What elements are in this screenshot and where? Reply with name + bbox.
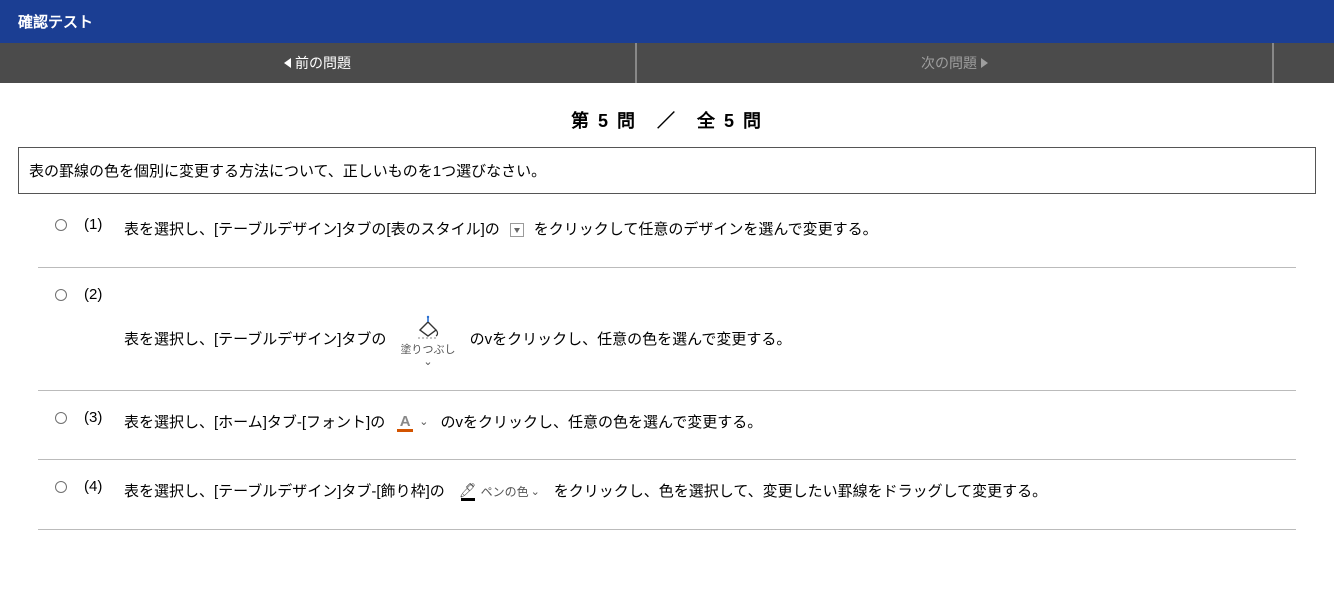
answer-number: (2) (84, 286, 124, 303)
nav-spacer (1274, 43, 1334, 83)
bucket-icon (414, 314, 442, 342)
question-text: 表の罫線の色を個別に変更する方法について、正しいものを1つ選びなさい。 (29, 163, 546, 180)
prev-label: 前の問題 (295, 53, 351, 73)
answer-row[interactable]: (4) 表を選択し、[テーブルデザイン]タブ-[飾り枠]の 🖊 ペンの色 ⌄ を… (38, 460, 1296, 530)
chevron-down-icon: ⌄ (423, 356, 432, 368)
answer-list: (1) 表を選択し、[テーブルデザイン]タブの[表のスタイル]の をクリックして… (38, 210, 1296, 530)
answer-post: をクリックして任意のデザインを選んで変更する。 (534, 216, 878, 245)
triangle-left-icon (284, 58, 291, 68)
answer-number: (1) (84, 216, 124, 233)
fill-bucket-tool: 塗りつぶし ⌄ (400, 314, 455, 368)
answer-row[interactable]: (1) 表を選択し、[テーブルデザイン]タブの[表のスタイル]の をクリックして… (38, 210, 1296, 268)
title-bar: 確認テスト (0, 0, 1334, 43)
prev-question-button[interactable]: 前の問題 (0, 43, 637, 83)
radio-button[interactable] (55, 412, 67, 424)
next-label: 次の問題 (921, 53, 977, 73)
answer-row[interactable]: (3) 表を選択し、[ホーム]タブ-[フォント]の A ⌄ のvをクリックし、任… (38, 391, 1296, 461)
radio-button[interactable] (55, 289, 67, 301)
answer-number: (3) (84, 409, 124, 426)
radio-col (38, 409, 84, 424)
radio-col (38, 478, 84, 493)
radio-col (38, 286, 84, 301)
answer-text: 表を選択し、[テーブルデザイン]タブ-[飾り枠]の 🖊 ペンの色 ⌄ をクリック… (124, 478, 1296, 507)
answer-text: 表を選択し、[テーブルデザイン]タブの 塗りつぶし ⌄ のvを (124, 286, 1296, 368)
font-color-a-icon: A (397, 414, 413, 432)
triangle-right-icon (981, 58, 988, 68)
answer-pre: 表を選択し、[テーブルデザイン]タブの[表のスタイル]の (124, 216, 500, 245)
answer-text: 表を選択し、[テーブルデザイン]タブの[表のスタイル]の をクリックして任意のデ… (124, 216, 1296, 245)
answer-pre: 表を選択し、[テーブルデザイン]タブ-[飾り枠]の (124, 478, 445, 507)
dropdown-more-icon (510, 223, 524, 237)
pen-icon: 🖊 (459, 483, 477, 501)
fill-tool-label: 塗りつぶし (400, 344, 455, 356)
chevron-down-icon: ⌄ (531, 482, 540, 503)
answer-post: のvをクリックし、任意の色を選んで変更する。 (440, 409, 762, 438)
radio-col (38, 216, 84, 231)
counter-text: 第 5 問 ／ 全 5 問 (571, 111, 763, 131)
answer-row[interactable]: (2) 表を選択し、[テーブルデザイン]タブの 塗りつぶし (38, 268, 1296, 391)
radio-button[interactable] (55, 481, 67, 493)
title-text: 確認テスト (18, 14, 93, 31)
question-counter: 第 5 問 ／ 全 5 問 (0, 83, 1334, 147)
pen-color-label: ペンの色 (481, 481, 529, 504)
answer-text: 表を選択し、[ホーム]タブ-[フォント]の A ⌄ のvをクリックし、任意の色を… (124, 409, 1296, 438)
answer-pre: 表を選択し、[テーブルデザイン]タブの (124, 326, 386, 355)
question-prompt: 表の罫線の色を個別に変更する方法について、正しいものを1つ選びなさい。 (18, 147, 1316, 194)
radio-button[interactable] (55, 219, 67, 231)
pen-color-tool: 🖊 ペンの色 ⌄ (459, 481, 540, 504)
answer-post: をクリックし、色を選択して、変更したい罫線をドラッグして変更する。 (554, 478, 1047, 507)
next-question-button: 次の問題 (637, 43, 1274, 83)
font-color-tool: A ⌄ (397, 412, 428, 433)
nav-bar: 前の問題 次の問題 (0, 43, 1334, 83)
answer-number: (4) (84, 478, 124, 495)
chevron-down-icon: ⌄ (419, 412, 428, 433)
answer-post: のvをクリックし、任意の色を選んで変更する。 (470, 326, 792, 355)
answer-pre: 表を選択し、[ホーム]タブ-[フォント]の (124, 409, 385, 438)
